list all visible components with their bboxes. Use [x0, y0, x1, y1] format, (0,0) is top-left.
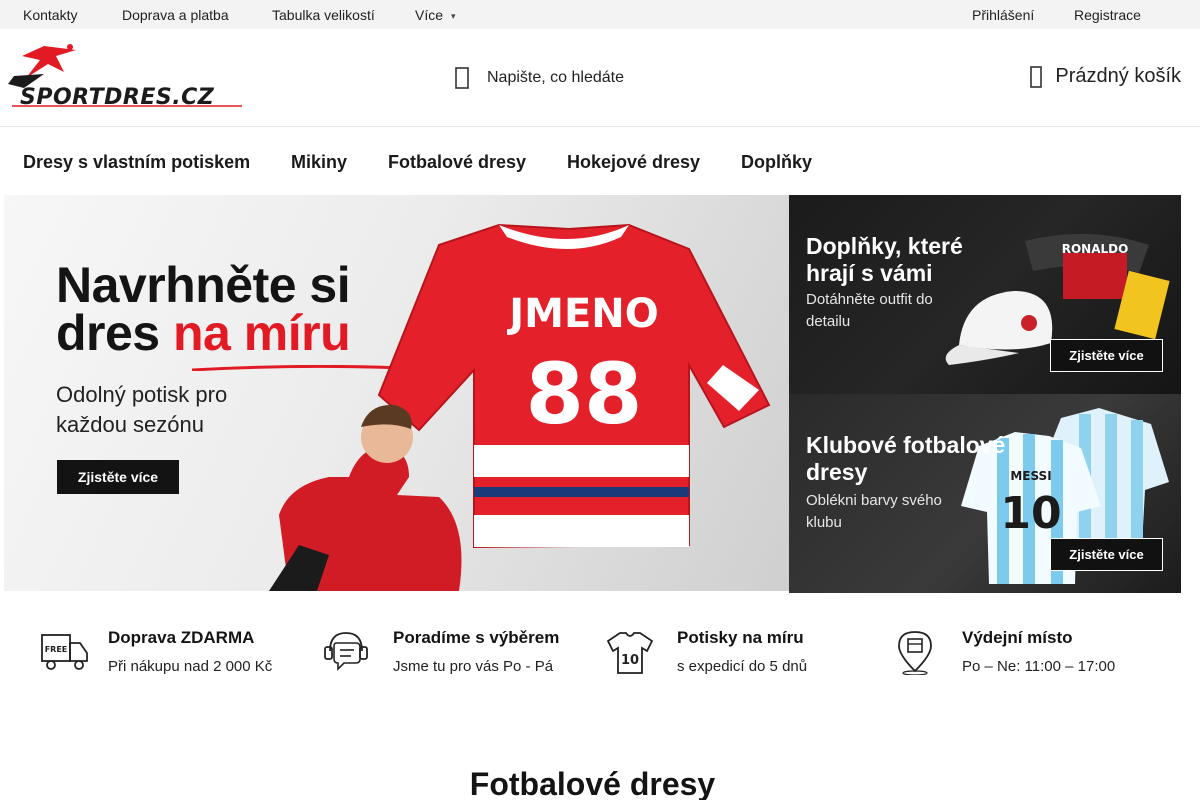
- jersey-number: 88: [526, 345, 643, 443]
- football-jersey-name: MESSI: [1010, 469, 1051, 483]
- benefit-title: Potisky na míru: [677, 628, 804, 647]
- accessories-title: Doplňky, které hrají s vámi: [806, 233, 963, 286]
- search-icon: [455, 67, 469, 89]
- jersey-print-icon: 10: [606, 632, 654, 674]
- hero-subtitle-line1: Odolný potisk pro: [56, 382, 228, 407]
- site-header: SPORTDRES.CZ Prázdný košík: [0, 29, 1200, 127]
- benefit-title: Doprava ZDARMA: [108, 628, 255, 647]
- section-title-football-jerseys: Fotbalové dresy: [469, 766, 716, 800]
- accessory-product-text: RONALDO: [1062, 242, 1129, 256]
- benefit-free-shipping: FREE Doprava ZDARMA Při nákupu nad 2 000…: [39, 627, 309, 677]
- accessories-cta-button[interactable]: Zjistěte více: [1050, 339, 1163, 372]
- benefit-text: Po – Ne: 11:00 – 17:00: [962, 658, 1116, 675]
- logo-graphic: SPORTDRES.CZ: [8, 44, 242, 110]
- truck-free-icon-text: FREE: [45, 645, 68, 654]
- benefit-text: s expedicí do 5 dnů: [677, 658, 808, 675]
- football-jerseys-title: Klubové fotbalové dresy: [806, 432, 1006, 485]
- benefit-text: Při nákupu nad 2 000 Kč: [108, 658, 273, 675]
- cart-icon: [1030, 65, 1043, 88]
- logo-text: SPORTDRES.CZ: [20, 85, 215, 108]
- benefit-title: Výdejní místo: [962, 628, 1073, 647]
- topbar-link-contacts[interactable]: Kontakty: [23, 7, 77, 23]
- hero-subtitle: Odolný potisk pro každou sezónu: [56, 380, 227, 440]
- nav-accessories[interactable]: Doplňky: [741, 152, 812, 173]
- hero-banner-custom-jersey[interactable]: Navrhněte si dres na míru Odolný potisk …: [4, 195, 789, 591]
- benefit-text: Jsme tu pro vás Po - Pá: [393, 658, 554, 675]
- hero-cta-button[interactable]: Zjistěte více: [57, 460, 179, 494]
- search-bar[interactable]: [455, 65, 707, 91]
- topbar-more-label: Více: [415, 7, 444, 23]
- truck-free-icon: FREE: [41, 634, 88, 670]
- nav-custom-print-jerseys[interactable]: Dresy s vlastním potiskem: [23, 152, 250, 173]
- nav-hockey-jerseys[interactable]: Hokejové dresy: [567, 152, 700, 173]
- support-chat-icon: [324, 632, 368, 671]
- cart-button[interactable]: Prázdný košík: [1030, 65, 1181, 88]
- football-jerseys-cta-button[interactable]: Zjistěte více: [1050, 538, 1163, 571]
- jersey-print-icon-number: 10: [621, 653, 639, 668]
- site-logo[interactable]: SPORTDRES.CZ: [4, 44, 244, 110]
- benefit-advice: Poradíme s výběrem Jsme tu pro vás Po - …: [322, 627, 592, 677]
- nav-football-jerseys[interactable]: Fotbalové dresy: [388, 152, 526, 173]
- accessories-subtitle: Dotáhněte outfit do detailu: [806, 291, 933, 330]
- hockey-jersey-image: JMENO 88: [269, 223, 771, 591]
- jersey-name: JMENO: [506, 291, 659, 337]
- topbar-link-more[interactable]: Více ▾: [415, 7, 456, 23]
- top-utility-bar: Kontakty Doprava a platba Tabulka veliko…: [0, 0, 1200, 29]
- banner-accessories[interactable]: RONALDO Doplňky, které hrají s vámi Dotá…: [789, 195, 1181, 394]
- nav-hoodies[interactable]: Mikiny: [291, 152, 347, 173]
- chevron-down-icon: ▾: [451, 11, 456, 21]
- football-jersey-number: 10: [1000, 488, 1061, 539]
- topbar-link-size-chart[interactable]: Tabulka velikostí: [272, 7, 375, 23]
- football-jerseys-subtitle: Oblékni barvy svého klubu: [806, 492, 942, 531]
- register-link[interactable]: Registrace: [1074, 7, 1141, 23]
- pickup-location-icon: [898, 631, 932, 675]
- benefit-custom-print: 10 Potisky na míru s expedicí do 5 dnů: [606, 627, 876, 677]
- hero-subtitle-line2: každou sezónu: [56, 412, 204, 437]
- topbar-link-shipping-payment[interactable]: Doprava a platba: [122, 7, 229, 23]
- category-nav: Dresy s vlastním potiskem Mikiny Fotbalo…: [0, 127, 1200, 195]
- benefit-title: Poradíme s výběrem: [393, 628, 560, 647]
- cart-label: Prázdný košík: [1055, 65, 1181, 87]
- hero-title-black: dres: [56, 305, 174, 361]
- benefit-pickup-point: Výdejní místo Po – Ne: 11:00 – 17:00: [891, 627, 1161, 677]
- login-link[interactable]: Přihlášení: [972, 7, 1034, 23]
- banner-club-football-jerseys[interactable]: MESSI 10 Klubové fotbalové dresy Oblékni…: [789, 394, 1181, 593]
- search-input[interactable]: [487, 69, 707, 87]
